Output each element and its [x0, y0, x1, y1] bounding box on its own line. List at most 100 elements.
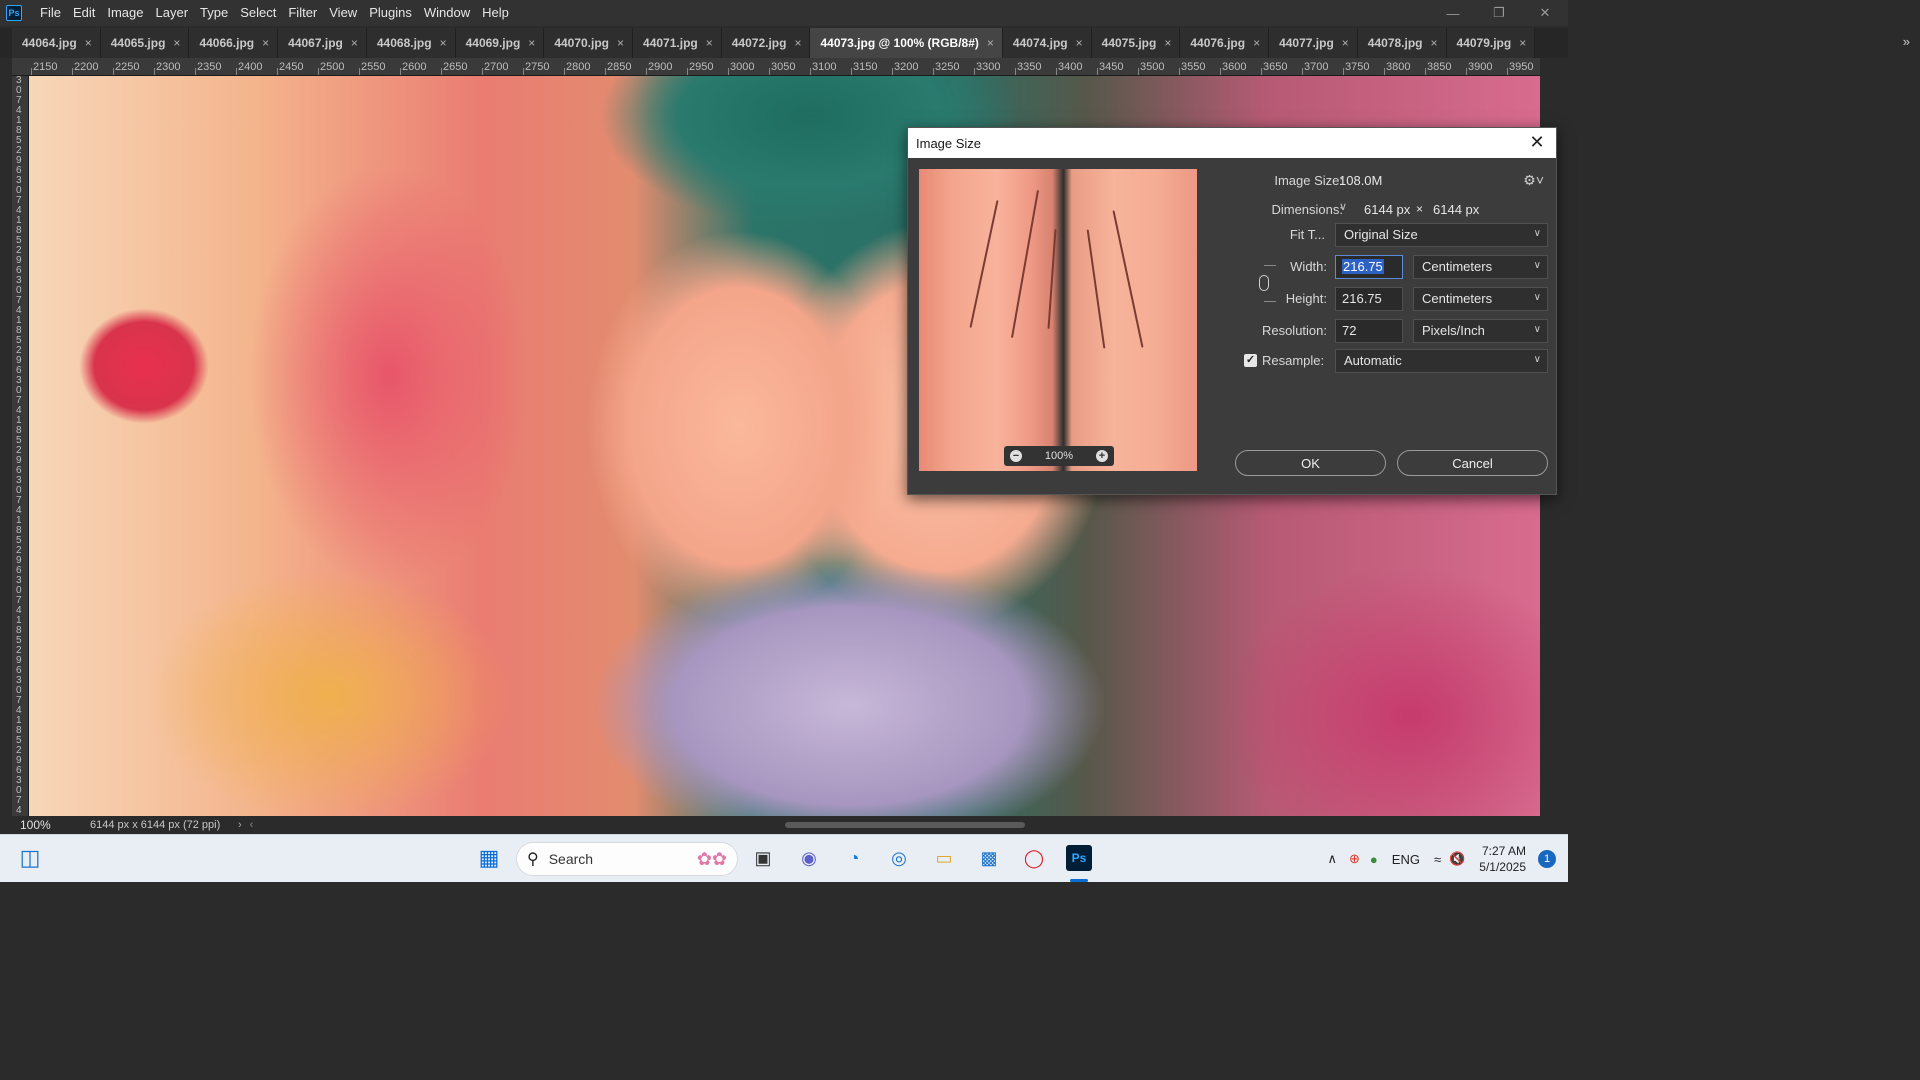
photoshop-logo-icon[interactable]: Ps — [6, 5, 22, 21]
tab-close-icon[interactable]: × — [1342, 36, 1349, 50]
tab-15[interactable]: 44079.jpg × — [1446, 28, 1536, 58]
taskbar-search[interactable]: ⚲ Search ✿✿ — [516, 842, 738, 876]
task-view-icon[interactable]: ▣ — [750, 845, 776, 871]
horizontal-ruler[interactable]: 2150 2200 2250 2300 2350 2400 2450 2500 2550 2600… — [12, 58, 1540, 76]
tab-close-icon[interactable]: × — [85, 36, 92, 50]
volume-muted-icon[interactable]: 🔇 — [1449, 851, 1465, 867]
chevron-right-icon[interactable]: › — [222, 819, 242, 831]
tab-1[interactable]: 44065.jpg × — [100, 28, 190, 58]
tab-14[interactable]: 44078.jpg × — [1357, 28, 1447, 58]
tab-close-icon[interactable]: × — [528, 36, 535, 50]
horizontal-scrollbar-thumb[interactable] — [785, 822, 1025, 828]
tab-close-icon[interactable]: × — [440, 36, 447, 50]
opera-icon[interactable]: ◯ — [1021, 845, 1047, 871]
tab-6[interactable]: 44070.jpg × — [544, 28, 634, 58]
more-tabs-icon[interactable]: » — [1903, 34, 1910, 49]
horizontal-scrollbar[interactable] — [270, 820, 1540, 830]
menu-edit[interactable]: Edit — [67, 0, 101, 26]
chevron-up-icon[interactable]: ∧ — [1328, 851, 1338, 867]
photoshop-taskbar-icon[interactable]: Ps — [1066, 845, 1092, 871]
preview-detail — [969, 200, 999, 328]
tab-5[interactable]: 44069.jpg × — [455, 28, 545, 58]
menu-select[interactable]: Select — [234, 0, 282, 26]
ruler-tick — [359, 68, 360, 75]
ok-button[interactable]: OK — [1235, 450, 1386, 476]
tab-close-icon[interactable]: × — [617, 36, 624, 50]
resolution-value: 72 — [1342, 323, 1357, 338]
menu-plugins[interactable]: Plugins — [363, 0, 418, 26]
gear-icon[interactable]: ⚙˅ — [1523, 172, 1544, 189]
menu-view[interactable]: View — [323, 0, 363, 26]
ruler-tick-label: 2500 — [320, 61, 345, 73]
dialog-title-bar[interactable]: Image Size ✕ — [908, 128, 1556, 158]
menu-layer[interactable]: Layer — [150, 0, 195, 26]
clock[interactable]: 7:27 AM 5/1/2025 — [1479, 843, 1526, 875]
zoom-in-icon[interactable]: + — [1095, 450, 1108, 462]
zoom-out-icon[interactable]: − — [1010, 450, 1022, 462]
tab-close-icon[interactable]: × — [794, 36, 801, 50]
menu-type[interactable]: Type — [194, 0, 234, 26]
start-icon[interactable]: ▦ — [476, 845, 502, 871]
capture-icon[interactable]: ◎ — [886, 845, 912, 871]
wifi-icon[interactable]: ≈ — [1434, 852, 1441, 867]
tab-close-icon[interactable]: × — [173, 36, 180, 50]
tab-11[interactable]: 44075.jpg × — [1091, 28, 1181, 58]
tab-close-icon[interactable]: × — [1431, 36, 1438, 50]
menu-help[interactable]: Help — [476, 0, 515, 26]
tab-close-icon[interactable]: × — [1076, 36, 1083, 50]
tab-7[interactable]: 44071.jpg × — [633, 28, 722, 58]
scroll-left-icon[interactable]: ‹ — [242, 819, 254, 831]
restore-icon[interactable]: ❐ — [1476, 0, 1522, 26]
resample-checkbox[interactable]: ✓ — [1244, 354, 1257, 367]
tab-close-icon[interactable]: × — [351, 36, 358, 50]
link-icon[interactable] — [1259, 275, 1269, 291]
language-indicator[interactable]: ENG — [1392, 852, 1420, 867]
menu-window[interactable]: Window — [418, 0, 476, 26]
image-preview[interactable]: − 100% + — [919, 169, 1197, 471]
minimize-icon[interactable]: — — [1430, 0, 1476, 26]
resolution-unit-dropdown[interactable]: Pixels/Inch ∨ — [1413, 319, 1548, 343]
tab-2[interactable]: 44066.jpg × — [189, 28, 279, 58]
tab-13[interactable]: 44077.jpg × — [1269, 28, 1358, 58]
height-unit-dropdown[interactable]: Centimeters ∨ — [1413, 287, 1548, 311]
vpn-icon[interactable]: ⊕ — [1349, 851, 1360, 867]
chevron-down-icon[interactable]: ∨ — [1339, 200, 1347, 213]
tab-label: 44067.jpg — [288, 36, 343, 50]
height-input[interactable]: 216.75 — [1335, 287, 1403, 311]
fit-to-dropdown[interactable]: Original Size ∨ — [1335, 223, 1548, 247]
widgets-icon[interactable]: ◫ — [17, 845, 43, 871]
chevron-down-icon: ∨ — [1533, 260, 1541, 271]
width-unit-dropdown[interactable]: Centimeters ∨ — [1413, 255, 1548, 279]
file-explorer-icon[interactable]: ▭ — [931, 845, 957, 871]
tab-close-icon[interactable]: × — [987, 36, 994, 50]
cancel-button[interactable]: Cancel — [1397, 450, 1548, 476]
menu-filter[interactable]: Filter — [282, 0, 323, 26]
network-globe-icon[interactable]: ● — [1370, 852, 1378, 867]
store-icon[interactable]: ▩ — [976, 845, 1002, 871]
tab-close-icon[interactable]: × — [262, 36, 269, 50]
tab-3[interactable]: 44067.jpg × — [278, 28, 367, 58]
width-input[interactable]: 216.75 — [1335, 255, 1403, 279]
resample-dropdown[interactable]: Automatic ∨ — [1335, 349, 1548, 373]
tab-12[interactable]: 44076.jpg × — [1180, 28, 1270, 58]
resolution-input[interactable]: 72 — [1335, 319, 1403, 343]
chat-icon[interactable]: ◉ — [796, 845, 822, 871]
tab-close-icon[interactable]: × — [706, 36, 713, 50]
zoom-level[interactable]: 100% — [12, 818, 72, 832]
menu-file[interactable]: File — [34, 0, 67, 26]
tab-10[interactable]: 44074.jpg × — [1002, 28, 1092, 58]
menu-image[interactable]: Image — [101, 0, 149, 26]
tab-9[interactable]: 44073.jpg @ 100% (RGB/8#) × — [810, 28, 1003, 58]
close-window-icon[interactable]: ✕ — [1522, 0, 1568, 26]
vertical-ruler[interactable]: 3074185296307418529630741852963074185296… — [12, 76, 29, 816]
notification-badge[interactable]: 1 — [1538, 850, 1556, 868]
tab-close-icon[interactable]: × — [1253, 36, 1260, 50]
tab-4[interactable]: 44068.jpg × — [366, 28, 456, 58]
close-icon[interactable]: ✕ — [1526, 131, 1548, 153]
tab-close-icon[interactable]: × — [1519, 36, 1526, 50]
ruler-tick-label: 3100 — [812, 61, 837, 73]
tab-0[interactable]: 44064.jpg × — [12, 28, 101, 58]
edge-icon[interactable]: ◔ — [841, 845, 867, 871]
tab-close-icon[interactable]: × — [1164, 36, 1171, 50]
tab-8[interactable]: 44072.jpg × — [721, 28, 811, 58]
